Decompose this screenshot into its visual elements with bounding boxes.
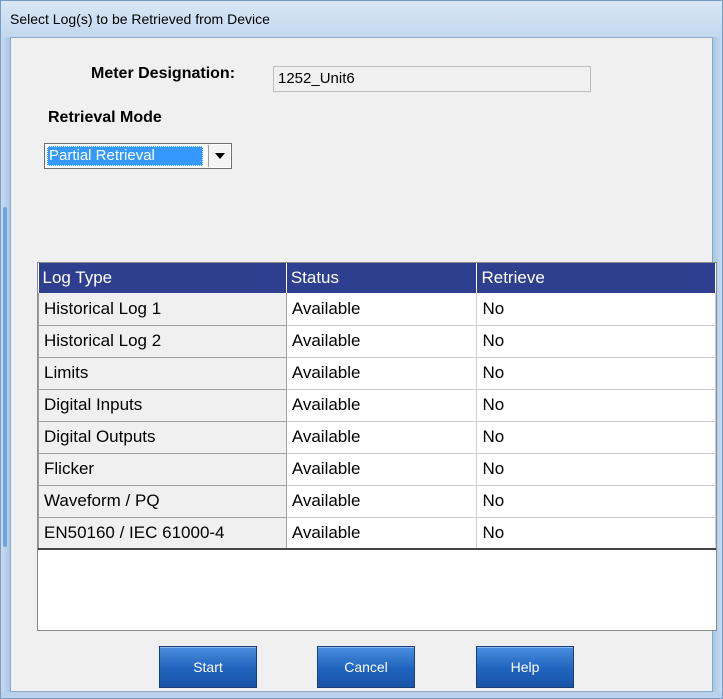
retrieve-cell[interactable]: No xyxy=(476,325,716,358)
status-cell: Available xyxy=(286,453,478,486)
retrieve-cell[interactable]: No xyxy=(476,485,716,518)
status-cell: Available xyxy=(286,389,478,422)
start-button[interactable]: Start xyxy=(159,646,257,688)
table-row[interactable]: Digital Inputs Available No xyxy=(38,389,716,422)
log-type-cell: Limits xyxy=(38,357,287,390)
log-type-cell: Flicker xyxy=(38,453,287,486)
dialog-body: Meter Designation: 1252_Unit6 Retrieval … xyxy=(10,37,717,692)
meter-designation-field: 1252_Unit6 xyxy=(273,66,591,92)
table-row[interactable]: Historical Log 2 Available No xyxy=(38,325,716,358)
status-cell: Available xyxy=(286,485,478,518)
retrieve-cell[interactable]: No xyxy=(476,517,716,550)
window-title: Select Log(s) to be Retrieved from Devic… xyxy=(10,11,270,27)
table-row[interactable]: Flicker Available No xyxy=(38,453,716,486)
table-row[interactable]: EN50160 / IEC 61000-4 Available No xyxy=(38,517,716,550)
cancel-button[interactable]: Cancel xyxy=(317,646,415,688)
table-row[interactable]: Digital Outputs Available No xyxy=(38,421,716,454)
retrieval-mode-value: Partial Retrieval xyxy=(47,146,203,166)
column-header-retrieve[interactable]: Retrieve xyxy=(476,263,716,293)
status-cell: Available xyxy=(286,421,478,454)
title-bar[interactable]: Select Log(s) to be Retrieved from Devic… xyxy=(1,1,722,37)
meter-designation-label: Meter Designation: xyxy=(91,65,236,82)
table-row[interactable]: Waveform / PQ Available No xyxy=(38,485,716,518)
log-type-cell: EN50160 / IEC 61000-4 xyxy=(38,517,287,550)
retrieve-cell[interactable]: No xyxy=(476,453,716,486)
log-type-cell: Historical Log 1 xyxy=(38,293,287,326)
frame-accent xyxy=(3,207,7,547)
status-cell: Available xyxy=(286,517,478,550)
status-cell: Available xyxy=(286,325,478,358)
retrieve-cell[interactable]: No xyxy=(476,357,716,390)
table-row[interactable]: Limits Available No xyxy=(38,357,716,390)
retrieve-cell[interactable]: No xyxy=(476,389,716,422)
retrieve-cell[interactable]: No xyxy=(476,293,716,326)
retrieval-mode-label: Retrieval Mode xyxy=(48,109,162,126)
status-cell: Available xyxy=(286,293,478,326)
log-type-cell: Historical Log 2 xyxy=(38,325,287,358)
window-left-frame xyxy=(1,37,10,692)
table-header-row: Log Type Status Retrieve xyxy=(38,263,716,293)
dialog-window: Select Log(s) to be Retrieved from Devic… xyxy=(0,0,723,699)
table-row[interactable]: Historical Log 1 Available No xyxy=(38,293,716,326)
log-type-cell: Digital Inputs xyxy=(38,389,287,422)
log-type-cell: Waveform / PQ xyxy=(38,485,287,518)
dropdown-button[interactable] xyxy=(208,145,230,167)
retrieve-cell[interactable]: No xyxy=(476,421,716,454)
column-header-status[interactable]: Status xyxy=(286,263,478,293)
help-button[interactable]: Help xyxy=(476,646,574,688)
window-bottom-frame xyxy=(1,692,722,698)
status-cell: Available xyxy=(286,357,478,390)
log-table: Log Type Status Retrieve Historical Log … xyxy=(38,263,716,550)
log-type-grid[interactable]: Log Type Status Retrieve Historical Log … xyxy=(37,262,717,631)
chevron-down-icon xyxy=(214,153,225,159)
retrieval-mode-select[interactable]: Partial Retrieval xyxy=(44,143,232,169)
log-type-cell: Digital Outputs xyxy=(38,421,287,454)
column-header-log-type[interactable]: Log Type xyxy=(38,263,287,293)
